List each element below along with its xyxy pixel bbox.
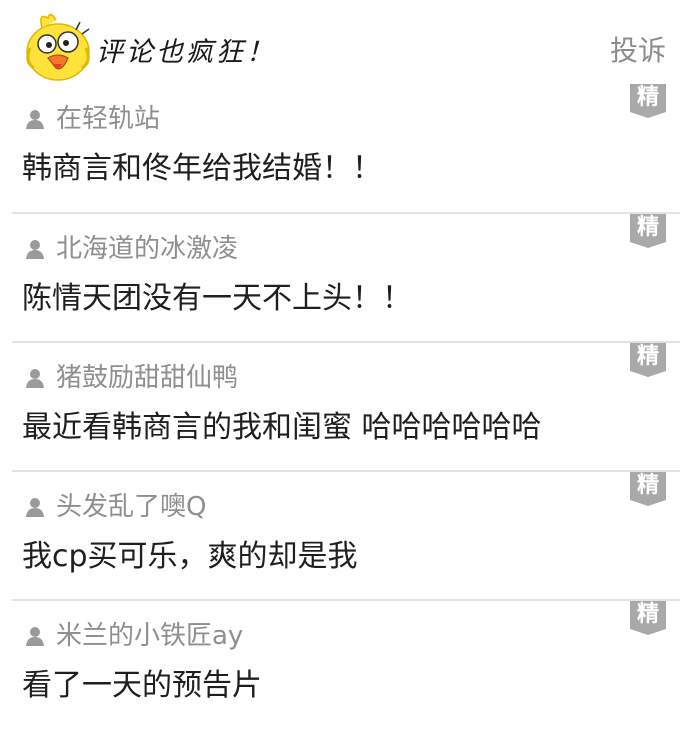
featured-badge-label: 精 <box>636 85 659 110</box>
report-button[interactable]: 投诉 <box>610 34 666 68</box>
featured-badge-label: 精 <box>636 215 659 240</box>
comment-text: 最近看韩商言的我和闺蜜 哈哈哈哈哈哈 <box>22 410 542 445</box>
featured-badge: 精 <box>630 601 666 635</box>
featured-badge-label: 精 <box>636 602 659 627</box>
comment-user-row: 在轻轨站 <box>24 102 160 136</box>
comment-item: 北海道的冰激凌 陈情天团没有一天不上头！！ 精 <box>12 212 680 341</box>
comment-text: 韩商言和佟年给我结婚！！ <box>22 151 382 186</box>
comment-username[interactable]: 在轻轨站 <box>56 102 160 136</box>
comment-text: 我cp买可乐，爽的却是我 <box>22 539 358 574</box>
featured-badge: 精 <box>630 214 666 248</box>
user-icon <box>26 110 44 129</box>
header: 评论也疯狂！ 投诉 <box>0 0 680 84</box>
comment-text: 陈情天团没有一天不上头！！ <box>22 281 412 316</box>
comment-username[interactable]: 米兰的小铁匠ay <box>56 619 243 653</box>
comment-user-row: 北海道的冰激凌 <box>24 232 238 266</box>
comment-username[interactable]: 猪鼓励甜甜仙鸭 <box>56 361 238 395</box>
comment-list: 在轻轨站 韩商言和佟年给我结婚！！ 精 北海道的冰激凌 陈情天团没有一天不上头！… <box>0 84 680 728</box>
comment-user-row: 米兰的小铁匠ay <box>24 619 243 653</box>
comment-user-row: 猪鼓励甜甜仙鸭 <box>24 361 238 395</box>
chick-mascot-icon <box>26 13 90 81</box>
comment-item: 猪鼓励甜甜仙鸭 最近看韩商言的我和闺蜜 哈哈哈哈哈哈 精 <box>12 341 680 470</box>
comment-username[interactable]: 北海道的冰激凌 <box>56 232 238 266</box>
comment-username[interactable]: 头发乱了噢Q <box>56 490 206 524</box>
comment-text: 看了一天的预告片 <box>22 668 262 703</box>
user-icon <box>26 240 44 259</box>
comment-item: 头发乱了噢Q 我cp买可乐，爽的却是我 精 <box>12 470 680 599</box>
page-title: 评论也疯狂！ <box>96 37 276 68</box>
featured-badge: 精 <box>630 472 666 506</box>
comment-item: 在轻轨站 韩商言和佟年给我结婚！！ 精 <box>12 84 680 212</box>
comment-item: 米兰的小铁匠ay 看了一天的预告片 精 <box>12 599 680 728</box>
user-icon <box>26 498 44 517</box>
featured-badge-label: 精 <box>636 344 659 369</box>
user-icon <box>26 627 44 646</box>
featured-badge: 精 <box>630 343 666 377</box>
comment-user-row: 头发乱了噢Q <box>24 490 206 524</box>
featured-badge: 精 <box>630 84 666 118</box>
featured-badge-label: 精 <box>636 473 659 498</box>
user-icon <box>26 369 44 388</box>
